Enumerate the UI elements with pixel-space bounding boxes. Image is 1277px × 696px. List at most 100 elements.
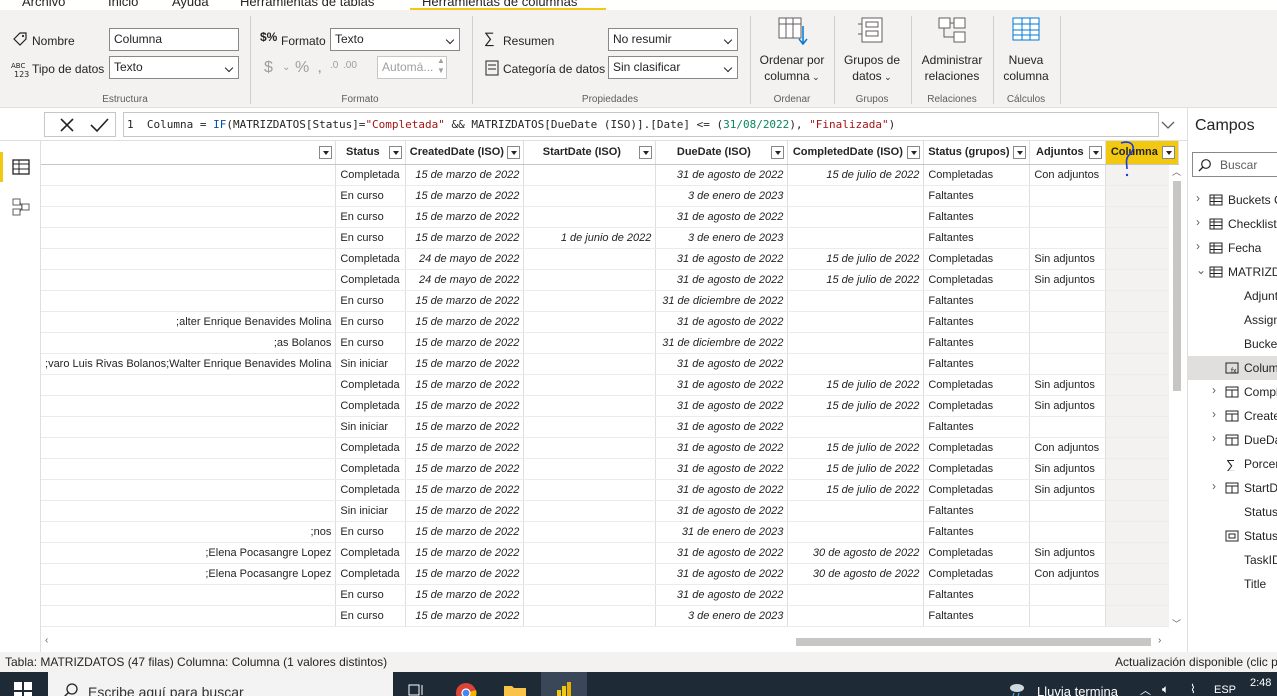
expand-formula-icon[interactable] <box>1160 118 1176 132</box>
field-table-item[interactable]: › Fecha <box>1188 236 1277 260</box>
chevron-right-icon[interactable]: › <box>1212 407 1216 421</box>
table-cell[interactable] <box>1029 311 1107 333</box>
manage-relationships-button[interactable]: Administrar relaciones <box>913 16 991 84</box>
table-cell[interactable]: En curso <box>335 185 407 207</box>
table-cell[interactable]: 15 de julio de 2022 <box>787 248 925 270</box>
file-explorer-icon[interactable] <box>503 683 527 696</box>
table-cell[interactable]: 15 de marzo de 2022 <box>405 563 525 585</box>
filter-dropdown-icon[interactable] <box>1162 146 1176 159</box>
table-cell[interactable]: 15 de marzo de 2022 <box>405 479 525 501</box>
table-cell[interactable] <box>41 374 337 396</box>
commit-formula-icon[interactable] <box>88 115 110 135</box>
table-cell[interactable] <box>1105 563 1180 585</box>
table-cell[interactable]: Completadas <box>923 458 1031 480</box>
table-cell[interactable]: Sin adjuntos <box>1029 479 1107 501</box>
table-cell[interactable]: Completada <box>335 248 407 270</box>
table-cell[interactable]: 31 de agosto de 2022 <box>655 563 789 585</box>
chevron-right-icon[interactable]: › <box>1196 191 1200 205</box>
status-update-available[interactable]: Actualización disponible (clic p <box>1115 655 1277 669</box>
table-cell[interactable] <box>523 164 657 186</box>
table-cell[interactable] <box>523 290 657 312</box>
table-cell[interactable] <box>1105 416 1180 438</box>
table-cell[interactable]: Completadas <box>923 395 1031 417</box>
table-cell[interactable]: 15 de marzo de 2022 <box>405 542 525 564</box>
table-cell[interactable] <box>523 458 657 480</box>
table-cell[interactable] <box>41 437 337 459</box>
table-cell[interactable] <box>1105 164 1180 186</box>
table-cell[interactable]: 31 de agosto de 2022 <box>655 395 789 417</box>
table-cell[interactable] <box>1105 248 1180 270</box>
table-cell[interactable]: Faltantes <box>923 206 1031 228</box>
table-cell[interactable] <box>1029 584 1107 606</box>
table-cell[interactable] <box>1105 542 1180 564</box>
table-cell[interactable]: as Bolanos; <box>41 332 337 354</box>
table-cell[interactable]: 31 de diciembre de 2022 <box>655 290 789 312</box>
table-cell[interactable] <box>1029 353 1107 375</box>
table-cell[interactable]: Completadas <box>923 479 1031 501</box>
table-cell[interactable]: Faltantes <box>923 584 1031 606</box>
table-cell[interactable]: 15 de marzo de 2022 <box>405 458 525 480</box>
field-item[interactable]: Status <box>1188 524 1277 548</box>
table-cell[interactable]: Sin adjuntos <box>1029 458 1107 480</box>
table-cell[interactable] <box>41 206 337 228</box>
table-cell[interactable]: varo Luis Rivas Bolanos;Walter Enrique B… <box>41 353 337 375</box>
chrome-icon[interactable] <box>455 682 477 696</box>
column-header[interactable]: CompletedDate (ISO) <box>787 141 925 165</box>
vertical-scroll-thumb[interactable] <box>1173 181 1181 391</box>
table-cell[interactable] <box>523 479 657 501</box>
table-cell[interactable] <box>1029 521 1107 543</box>
task-view-icon[interactable] <box>408 682 426 696</box>
table-cell[interactable] <box>41 248 337 270</box>
table-cell[interactable] <box>1105 290 1180 312</box>
scroll-up-icon[interactable]: ︿ <box>1172 165 1181 178</box>
table-cell[interactable] <box>787 185 925 207</box>
table-cell[interactable]: 15 de julio de 2022 <box>787 437 925 459</box>
table-cell[interactable]: Completada <box>335 164 407 186</box>
chevron-right-icon[interactable]: › <box>1196 239 1200 253</box>
table-cell[interactable] <box>1105 185 1180 207</box>
table-cell[interactable] <box>1029 605 1107 627</box>
table-cell[interactable] <box>1029 416 1107 438</box>
table-cell[interactable] <box>523 563 657 585</box>
field-item[interactable]: › DueDa <box>1188 428 1277 452</box>
table-cell[interactable] <box>523 353 657 375</box>
table-cell[interactable]: Completada <box>335 437 407 459</box>
field-item[interactable]: › Create <box>1188 404 1277 428</box>
tab-herramientas-tablas[interactable]: Herramientas de tablas <box>228 0 404 10</box>
table-cell[interactable]: 15 de marzo de 2022 <box>405 584 525 606</box>
table-cell[interactable] <box>1029 185 1107 207</box>
table-cell[interactable] <box>523 248 657 270</box>
table-cell[interactable] <box>1029 290 1107 312</box>
table-cell[interactable]: Completada <box>335 269 407 291</box>
table-cell[interactable]: Completadas <box>923 164 1031 186</box>
table-cell[interactable]: En curso <box>335 227 407 249</box>
table-cell[interactable]: 15 de marzo de 2022 <box>405 332 525 354</box>
column-header[interactable]: Columna <box>1105 141 1180 165</box>
thousands-icon[interactable]: , <box>318 61 321 75</box>
table-cell[interactable] <box>41 185 337 207</box>
table-cell[interactable]: 15 de marzo de 2022 <box>405 521 525 543</box>
field-item[interactable]: fx Colum <box>1188 356 1277 380</box>
table-cell[interactable]: 31 de enero de 2023 <box>655 521 789 543</box>
data-view-icon[interactable] <box>10 156 32 178</box>
language-indicator[interactable]: ESP <box>1214 684 1236 696</box>
table-cell[interactable]: 31 de agosto de 2022 <box>655 584 789 606</box>
table-cell[interactable]: Con adjuntos <box>1029 437 1107 459</box>
field-item[interactable]: Bucket <box>1188 332 1277 356</box>
volume-icon[interactable]: 🔈︎ <box>1162 682 1169 696</box>
categoria-select[interactable]: Sin clasificar <box>608 56 738 79</box>
column-header[interactable]: CreatedDate (ISO) <box>405 141 525 165</box>
table-cell[interactable]: Faltantes <box>923 353 1031 375</box>
table-cell[interactable] <box>1105 584 1180 606</box>
scroll-right-icon[interactable]: › <box>1158 635 1161 646</box>
table-cell[interactable]: Completada <box>335 479 407 501</box>
table-cell[interactable]: 15 de marzo de 2022 <box>405 437 525 459</box>
table-cell[interactable]: nos; <box>41 521 337 543</box>
table-cell[interactable] <box>1105 374 1180 396</box>
table-cell[interactable] <box>1029 332 1107 354</box>
table-cell[interactable]: 1 de junio de 2022 <box>523 227 657 249</box>
chevron-right-icon[interactable]: › <box>1212 383 1216 397</box>
table-cell[interactable]: alter Enrique Benavides Molina; <box>41 311 337 333</box>
table-cell[interactable] <box>1105 500 1180 522</box>
field-item[interactable]: Assign <box>1188 308 1277 332</box>
